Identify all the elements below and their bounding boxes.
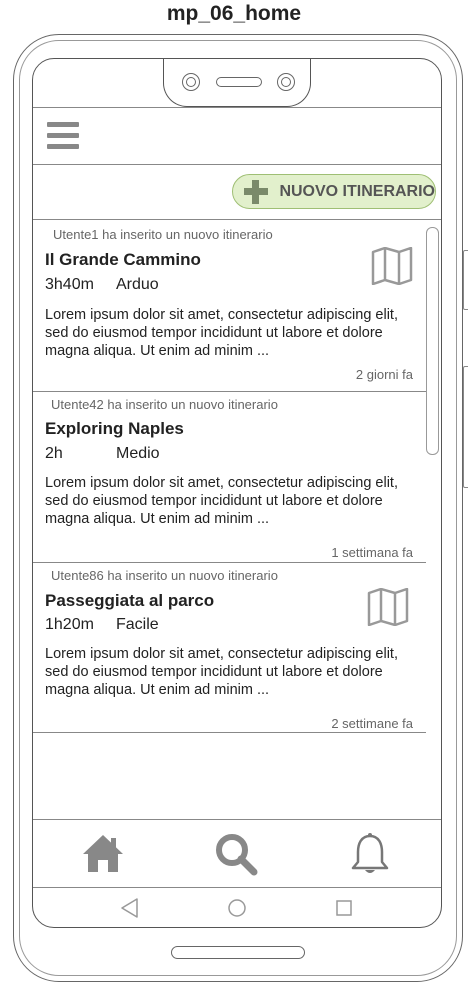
card-meta: Utente1 ha inserito un nuovo itinerario [53,227,273,242]
card-description: Lorem ipsum dolor sit amet, consectetur … [45,475,398,527]
card-duration: 3h40m [45,276,94,293]
card-meta: Utente42 ha inserito un nuovo itinerario [51,397,278,412]
sensor-icon [277,73,295,91]
screen: NUOVO ITINERARIO Utente1 ha inserito un … [32,58,442,928]
card-duration: 1h20m [45,616,94,633]
card-difficulty: Arduo [116,276,159,293]
header-divider [33,164,441,165]
card-time: 1 settimana fa [331,545,413,560]
card-meta: Utente86 ha inserito un nuovo itinerario [51,568,278,583]
power-button[interactable] [463,366,468,488]
speaker-icon [216,77,262,87]
feed-scrollbar[interactable] [426,227,439,455]
card-time: 2 settimane fa [331,716,413,731]
plus-icon [243,179,269,205]
search-icon[interactable] [214,832,260,876]
card-description: Lorem ipsum dolor sit amet, consectetur … [45,307,398,359]
map-icon[interactable] [367,588,409,626]
front-camera-icon [182,73,200,91]
new-itinerary-button[interactable]: NUOVO ITINERARIO [232,174,436,209]
home-indicator[interactable] [171,946,305,959]
card-time: 2 giorni fa [355,367,413,382]
feed-card[interactable]: Utente42 ha inserito un nuovo itinerario… [33,392,426,563]
recents-icon[interactable] [332,896,356,920]
feed-card[interactable]: Utente1 ha inserito un nuovo itinerario … [33,219,426,392]
volume-button[interactable] [463,250,468,310]
card-title: Exploring Naples [45,419,184,438]
bottom-nav [33,819,441,888]
card-title: Il Grande Cammino [45,250,201,269]
notch [163,59,311,107]
bell-icon[interactable] [347,832,393,876]
home-icon[interactable] [80,832,126,876]
card-difficulty: Medio [116,445,160,462]
card-description: Lorem ipsum dolor sit amet, consectetur … [45,646,398,698]
status-bar-divider [33,107,441,108]
map-icon[interactable] [371,247,413,285]
card-difficulty: Facile [116,616,159,633]
page-title: mp_06_home [166,2,302,25]
new-itinerary-label: NUOVO ITINERARIO [279,182,435,200]
system-nav [33,888,441,927]
back-icon[interactable] [118,896,142,920]
home-circle-icon[interactable] [225,896,249,920]
hamburger-menu-icon[interactable] [47,122,79,152]
card-title: Passeggiata al parco [45,591,215,610]
feed-card[interactable]: Utente86 ha inserito un nuovo itinerario… [33,563,426,733]
card-duration: 2h [45,445,63,462]
feed-list: Utente1 ha inserito un nuovo itinerario … [33,219,426,733]
